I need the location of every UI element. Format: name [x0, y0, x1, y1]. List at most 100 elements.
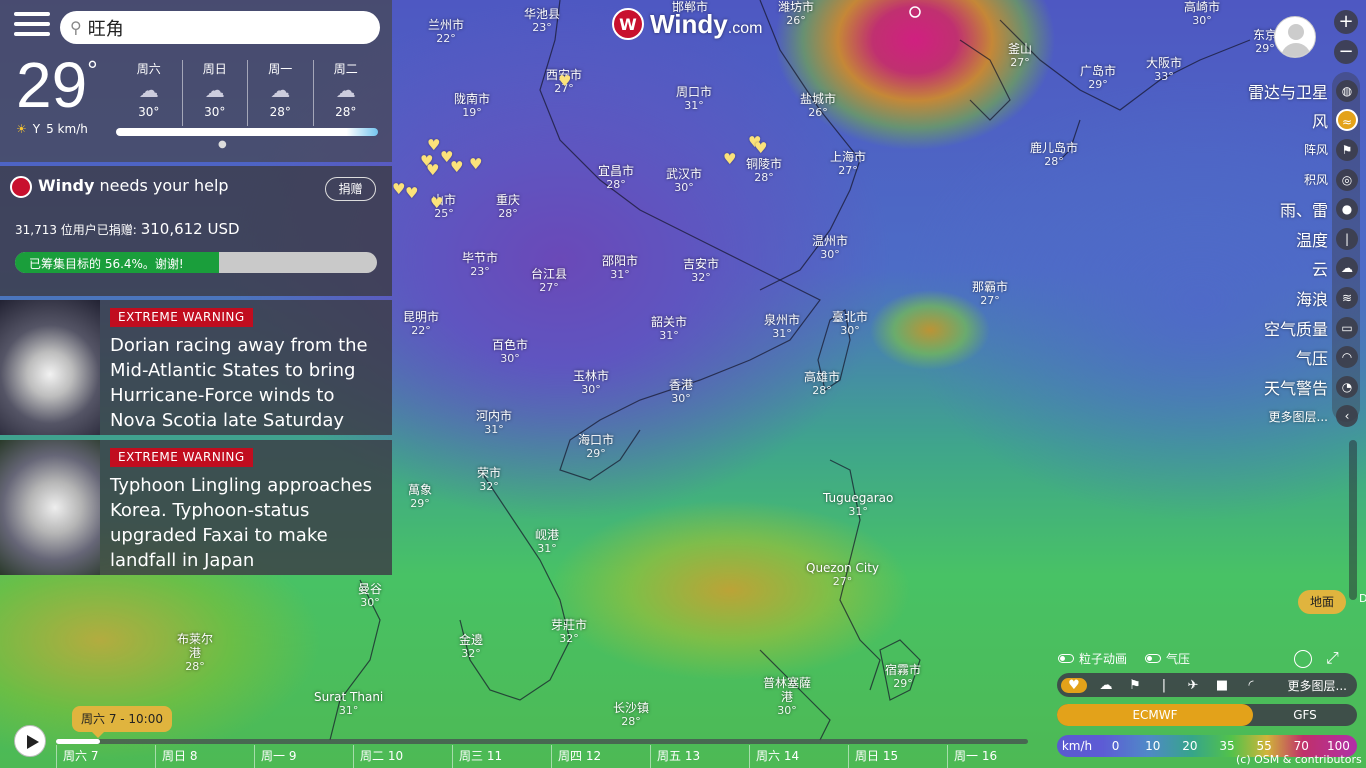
flag-icon[interactable]: ⚑ — [1125, 678, 1145, 693]
fullscreen-icon[interactable]: ⤢ — [1326, 648, 1339, 668]
layer-item[interactable]: 阵风 ⚑ — [1180, 135, 1360, 165]
heart-icon[interactable]: ♥ — [754, 139, 767, 157]
layer-item[interactable]: 雷达与卫星 ◍ — [1180, 76, 1360, 106]
city-label[interactable]: Quezon City 27° — [806, 561, 879, 589]
city-label[interactable]: 臺北市 30° — [832, 310, 868, 338]
city-label[interactable]: 上海市 27° — [830, 150, 866, 178]
map-credit[interactable]: (c) OSM & contributors — [1236, 753, 1362, 766]
city-label[interactable]: 长沙镇 28° — [613, 701, 649, 729]
city-label[interactable]: 铜陵市 28° — [746, 157, 782, 185]
city-label[interactable]: 高崎市 30° — [1184, 0, 1220, 28]
timeline-track[interactable] — [56, 739, 1028, 744]
city-label[interactable]: 吉安市 32° — [683, 257, 719, 285]
heart-icon[interactable]: ♥ — [1061, 677, 1087, 693]
news-card[interactable]: EXTREME WARNING Typhoon Lingling approac… — [0, 440, 392, 575]
webcam-icon[interactable]: ■ — [1212, 678, 1232, 693]
city-label[interactable]: 周口市 31° — [676, 85, 712, 113]
airplane-icon[interactable]: ✈ — [1183, 678, 1203, 693]
city-label[interactable]: 陇南市 19° — [454, 92, 490, 120]
forecast-day[interactable]: 周日 ☁ 30° — [181, 60, 248, 126]
play-button[interactable] — [14, 725, 46, 757]
timeline-day[interactable]: 周日 8 — [155, 745, 254, 768]
city-label[interactable]: 布莱尔港 28° — [176, 632, 214, 674]
city-label[interactable]: Surat Thani 31° — [314, 690, 383, 718]
city-label[interactable]: 重庆 28° — [496, 193, 520, 221]
city-label[interactable]: 那霸市 27° — [972, 280, 1008, 308]
city-label[interactable]: 金邊 32° — [459, 633, 483, 661]
city-label[interactable]: 昆明市 22° — [403, 310, 439, 338]
forecast-day[interactable]: 周一 ☁ 28° — [247, 60, 313, 126]
heart-icon[interactable]: ♥ — [430, 194, 443, 212]
heart-icon[interactable]: ♥ — [392, 180, 405, 198]
altitude-slider[interactable] — [1349, 440, 1357, 600]
heart-icon[interactable]: ♥ — [469, 155, 482, 173]
more-layers-button[interactable]: 更多图层... — [1288, 677, 1353, 694]
search-box[interactable]: ⚲ — [60, 11, 380, 44]
city-label[interactable]: 宜昌市 28° — [598, 164, 634, 192]
news-title[interactable]: Dorian racing away from the Mid-Atlantic… — [110, 333, 385, 433]
city-label[interactable]: 玉林市 30° — [573, 369, 609, 397]
city-label[interactable]: 潍坊市 26° — [778, 0, 814, 28]
timeline-day[interactable]: 周二 10 — [353, 745, 452, 768]
hamburger-menu-icon[interactable] — [14, 12, 50, 42]
timeline-day[interactable]: 周六 14 — [749, 745, 848, 768]
city-label[interactable]: 曼谷 30° — [358, 582, 382, 610]
heart-icon[interactable]: ♥ — [558, 72, 571, 90]
donate-button[interactable]: 捐赠 — [325, 177, 376, 201]
pressure-toggle[interactable]: 气压 — [1145, 650, 1190, 667]
city-label[interactable]: 温州市 30° — [812, 234, 848, 262]
timeline-day[interactable]: 周一 16 — [947, 745, 1027, 768]
search-input[interactable] — [87, 17, 348, 38]
heart-icon[interactable]: ♥ — [426, 161, 439, 179]
layer-item[interactable]: 气压 ◠ — [1180, 342, 1360, 372]
heart-icon[interactable]: ♥ — [450, 158, 463, 176]
current-time-bubble[interactable]: 周六 7 - 10:00 — [72, 706, 172, 738]
city-label[interactable]: 兰州市 22° — [428, 18, 464, 46]
forecast-day[interactable]: 周六 ☁ 30° — [116, 60, 182, 126]
zoom-in-button[interactable]: + — [1334, 10, 1358, 34]
timeline-day[interactable]: 周五 13 — [650, 745, 749, 768]
city-label[interactable]: 毕节市 23° — [462, 251, 498, 279]
city-label[interactable]: 宿霧市 29° — [885, 663, 921, 691]
city-label[interactable]: 高雄市 28° — [804, 370, 840, 398]
city-label[interactable]: 邵阳市 31° — [602, 254, 638, 282]
forecast-day[interactable]: 周二 ☁ 28° — [312, 60, 379, 126]
city-label[interactable]: 海口市 29° — [578, 433, 614, 461]
forecast-days[interactable]: 周六 ☁ 30° 周日 ☁ 30° 周一 ☁ 28° 周二 ☁ 28° — [116, 60, 378, 126]
city-label[interactable]: 百色市 30° — [492, 338, 528, 366]
thermometer-icon[interactable]: | — [1154, 678, 1174, 693]
city-label[interactable]: 芽莊市 32° — [551, 618, 587, 646]
altitude-ground-button[interactable]: 地面 — [1298, 590, 1346, 614]
cloud-icon[interactable]: ☁ — [1096, 678, 1116, 693]
news-card[interactable]: EXTREME WARNING Dorian racing away from … — [0, 300, 392, 435]
layer-item[interactable]: 天气警告 ◔ — [1180, 372, 1360, 402]
layer-item[interactable]: 海浪 ≋ — [1180, 283, 1360, 313]
city-label[interactable]: Tuguegarao 31° — [823, 491, 893, 519]
model-ecmwf-button[interactable]: ECMWF — [1057, 704, 1253, 726]
city-label[interactable]: 鹿儿岛市 28° — [1030, 141, 1078, 169]
city-label[interactable]: 广岛市 29° — [1080, 64, 1116, 92]
layer-item[interactable]: 云 ☁ — [1180, 254, 1360, 284]
particles-toggle[interactable]: 粒子动画 — [1058, 650, 1127, 667]
clock-icon[interactable] — [1294, 650, 1312, 668]
timeline-day[interactable]: 周三 11 — [452, 745, 551, 768]
layer-item[interactable]: 风 ≈ — [1180, 106, 1360, 136]
city-label[interactable]: 香港 30° — [669, 378, 693, 406]
city-label[interactable]: 韶关市 31° — [651, 315, 687, 343]
forecast-timeline-bar[interactable] — [116, 128, 378, 136]
layer-item[interactable]: 雨、雷 ● — [1180, 194, 1360, 224]
user-avatar[interactable] — [1274, 16, 1316, 58]
timeline-day[interactable]: 周六 7 — [56, 745, 155, 768]
city-label[interactable]: 普林塞薩港 30° — [762, 676, 812, 718]
city-label[interactable]: 荣市 32° — [477, 466, 501, 494]
heart-icon[interactable]: ♥ — [405, 184, 418, 202]
city-label[interactable]: 武汉市 30° — [666, 167, 702, 195]
timeline-day[interactable]: 周日 15 — [848, 745, 947, 768]
city-label[interactable]: 大阪市 33° — [1146, 56, 1182, 84]
timeline-day[interactable]: 周一 9 — [254, 745, 353, 768]
news-title[interactable]: Typhoon Lingling approaches Korea. Typho… — [110, 473, 385, 573]
layer-item[interactable]: 空气质量 ▭ — [1180, 313, 1360, 343]
city-label[interactable]: 泉州市 31° — [764, 313, 800, 341]
timeline-day[interactable]: 周四 12 — [551, 745, 650, 768]
layer-item[interactable]: 温度 | — [1180, 224, 1360, 254]
